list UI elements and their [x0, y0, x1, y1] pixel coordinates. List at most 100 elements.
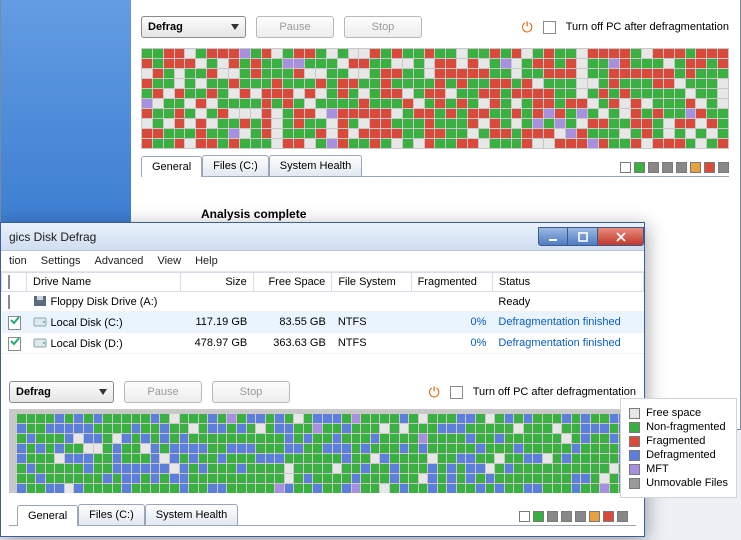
cluster-cell: [577, 109, 587, 118]
cluster-cell: [620, 49, 630, 58]
cluster-cell: [103, 474, 112, 483]
tab-files[interactable]: Files (C:): [78, 504, 145, 525]
menu-settings[interactable]: Settings: [41, 255, 81, 267]
col-size[interactable]: Size: [181, 273, 254, 292]
cluster-cell: [381, 49, 391, 58]
cluster-cell: [435, 79, 445, 88]
stop-button[interactable]: Stop: [212, 381, 290, 403]
cluster-cell: [256, 474, 265, 483]
tab-health[interactable]: System Health: [269, 155, 363, 176]
col-fragmented[interactable]: Fragmented: [411, 273, 492, 292]
turnoff-checkbox[interactable]: [543, 21, 556, 34]
cluster-cell: [247, 484, 256, 493]
cluster-cell: [446, 59, 456, 68]
cluster-cell: [581, 464, 590, 473]
defrag-dropdown[interactable]: Defrag: [9, 381, 114, 403]
tab-files[interactable]: Files (C:): [202, 155, 269, 176]
cluster-cell: [414, 109, 424, 118]
col-drive-name[interactable]: Drive Name: [27, 273, 181, 292]
cluster-cell: [524, 424, 533, 433]
cluster-cell: [313, 484, 322, 493]
cluster-cell: [599, 129, 609, 138]
minimize-button[interactable]: [538, 227, 568, 246]
col-file-system[interactable]: File System: [332, 273, 411, 292]
cluster-cell: [207, 79, 217, 88]
titlebar[interactable]: gics Disk Defrag: [1, 223, 644, 251]
stop-button[interactable]: Stop: [344, 16, 422, 38]
cluster-cell: [371, 414, 380, 423]
cluster-cell: [305, 79, 315, 88]
select-all-checkbox[interactable]: [8, 275, 10, 289]
cluster-cell: [392, 99, 402, 108]
cluster-cell: [266, 444, 275, 453]
defrag-dropdown[interactable]: Defrag: [141, 16, 246, 38]
legend-text: Free space: [646, 407, 701, 419]
menu-help[interactable]: Help: [195, 255, 218, 267]
cluster-cell: [132, 414, 141, 423]
cluster-cell: [522, 89, 532, 98]
close-button[interactable]: [598, 227, 644, 246]
cluster-cell: [189, 444, 198, 453]
cluster-cell: [686, 109, 696, 118]
cluster-cell: [342, 424, 351, 433]
cluster-cell: [381, 109, 391, 118]
cluster-cell: [562, 454, 571, 463]
cluster-cell: [141, 414, 150, 423]
cluster-cell: [428, 424, 437, 433]
cluster-cell: [141, 424, 150, 433]
cluster-cell: [380, 434, 389, 443]
cluster-cell: [27, 414, 36, 423]
cluster-cell: [207, 69, 217, 78]
cluster-cell: [572, 464, 581, 473]
turnoff-checkbox[interactable]: [450, 386, 463, 399]
cluster-cell: [304, 474, 313, 483]
row-checkbox[interactable]: [8, 316, 21, 330]
col-free-space[interactable]: Free Space: [253, 273, 332, 292]
cluster-cell: [642, 119, 652, 128]
pause-button[interactable]: Pause: [256, 16, 334, 38]
tab-general[interactable]: General: [141, 156, 202, 177]
cluster-cell: [392, 129, 402, 138]
cluster-cell: [132, 454, 141, 463]
row-checkbox[interactable]: [8, 337, 21, 351]
cluster-cell: [74, 454, 83, 463]
cluster-cell: [425, 139, 435, 148]
cluster-cell: [189, 424, 198, 433]
cluster-cell: [164, 69, 174, 78]
tab-health[interactable]: System Health: [145, 504, 239, 525]
menu-tion[interactable]: tion: [9, 255, 27, 267]
cluster-cell: [251, 79, 261, 88]
table-row[interactable]: Local Disk (C:)117.19 GB83.55 GBNTFS0%De…: [2, 312, 644, 333]
cluster-cell: [199, 444, 208, 453]
menu-view[interactable]: View: [157, 255, 181, 267]
cluster-cell: [84, 444, 93, 453]
cluster-cell: [196, 79, 206, 88]
cluster-cell: [164, 139, 174, 148]
cluster-cell: [522, 99, 532, 108]
swatch: [589, 511, 600, 522]
cluster-cell: [403, 139, 413, 148]
cluster-cell: [122, 454, 131, 463]
cluster-cell: [642, 99, 652, 108]
cluster-cell: [696, 79, 706, 88]
maximize-button[interactable]: [568, 227, 598, 246]
col-status[interactable]: Status: [492, 273, 643, 292]
cluster-cell: [468, 129, 478, 138]
cluster-cell: [285, 414, 294, 423]
row-checkbox[interactable]: [8, 295, 10, 309]
cluster-cell: [122, 444, 131, 453]
cluster-cell: [342, 434, 351, 443]
cluster-cell: [371, 464, 380, 473]
cluster-cell: [409, 484, 418, 493]
cluster-cell: [588, 89, 598, 98]
menu-advanced[interactable]: Advanced: [95, 255, 144, 267]
table-row[interactable]: Floppy Disk Drive (A:)Ready: [2, 292, 644, 312]
table-row[interactable]: Local Disk (D:)478.97 GB363.63 GBNTFS0%D…: [2, 333, 644, 354]
tab-general[interactable]: General: [17, 505, 78, 526]
cluster-cell: [160, 454, 169, 463]
cluster-cell: [199, 474, 208, 483]
pause-button[interactable]: Pause: [124, 381, 202, 403]
cluster-cell: [419, 474, 428, 483]
cluster-cell: [27, 484, 36, 493]
cluster-cell: [380, 444, 389, 453]
